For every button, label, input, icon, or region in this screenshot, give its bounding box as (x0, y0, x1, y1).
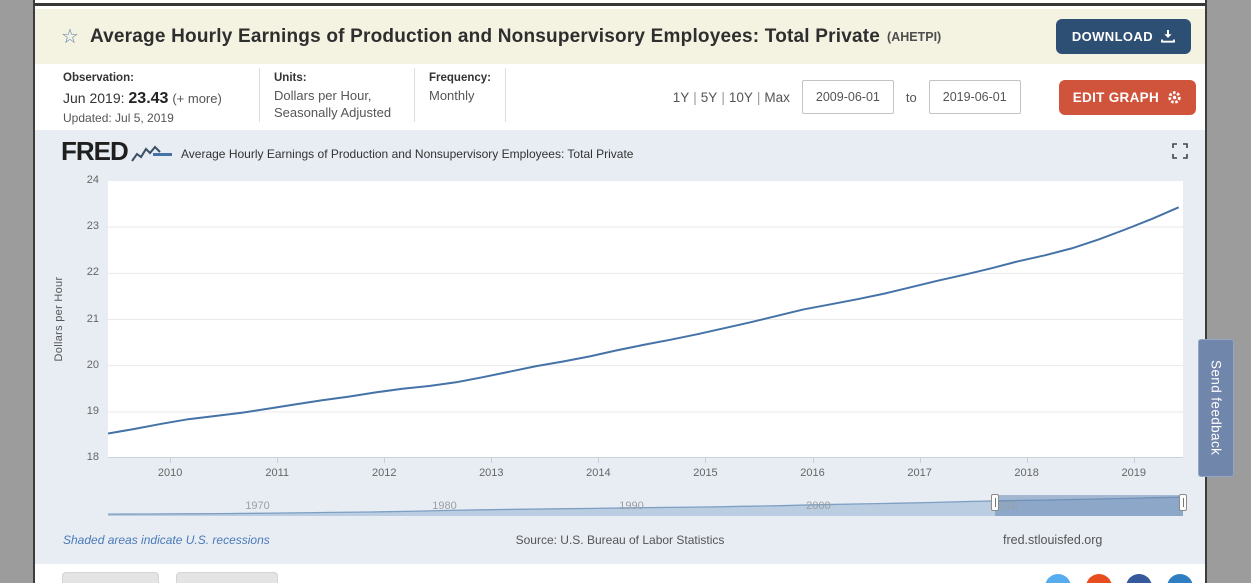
x-tick-label: 2012 (362, 467, 406, 479)
x-tick-mark (1134, 458, 1135, 463)
minimap-decade-label: 1970 (236, 500, 280, 512)
meta-row: Observation: Jun 2019: 23.43 (+ more) Up… (35, 64, 1205, 130)
fred-logo-text: FRED (61, 138, 128, 164)
x-tick-label: 2015 (683, 467, 727, 479)
x-tick-label: 2010 (148, 467, 192, 479)
source-text: Source: U.S. Bureau of Labor Statistics (516, 533, 725, 547)
y-tick-label: 19 (69, 405, 99, 417)
plot-area[interactable] (108, 181, 1183, 458)
observation-line: Jun 2019: 23.43 (+ more) (63, 88, 245, 110)
date-from-input[interactable] (802, 80, 894, 114)
range-selector: 1Y|5Y|10Y|Max (673, 90, 790, 105)
series-id: (AHETPI) (887, 30, 941, 44)
x-tick-mark (170, 458, 171, 463)
y-tick-label: 24 (69, 174, 99, 186)
range-max[interactable]: Max (764, 90, 790, 105)
units-label: Units: (274, 71, 400, 87)
frequency-label: Frequency: (429, 71, 491, 87)
recessions-note-link[interactable]: Shaded areas indicate U.S. recessions (63, 533, 270, 547)
frequency-value: Monthly (429, 87, 491, 105)
x-tick-mark (813, 458, 814, 463)
share-icon[interactable] (1045, 574, 1071, 583)
x-tick-label: 2016 (791, 467, 835, 479)
range-1y[interactable]: 1Y (673, 90, 690, 105)
download-icon (1161, 30, 1175, 43)
send-feedback-tab[interactable]: Send feedback (1198, 339, 1234, 477)
x-tick-mark (920, 458, 921, 463)
y-tick-label: 22 (69, 266, 99, 278)
observation-updated: Updated: Jul 5, 2019 (63, 110, 245, 126)
x-tick-label: 2014 (576, 467, 620, 479)
x-tick-mark (598, 458, 599, 463)
fullscreen-icon[interactable] (1172, 143, 1188, 159)
observation-value: 23.43 (128, 90, 168, 107)
download-button[interactable]: DOWNLOAD (1056, 19, 1191, 54)
legend-label: Average Hourly Earnings of Production an… (181, 147, 633, 161)
range-10y[interactable]: 10Y (729, 90, 753, 105)
y-tick-label: 20 (69, 359, 99, 371)
observation-more-link[interactable]: (+ more) (172, 91, 221, 106)
minimap-decade-label: 2000 (796, 500, 840, 512)
y-tick-label: 18 (69, 451, 99, 463)
bottom-button-partial[interactable] (176, 572, 278, 583)
date-to-input[interactable] (929, 80, 1021, 114)
units-line2: Seasonally Adjusted (274, 104, 400, 122)
x-tick-label: 2019 (1112, 467, 1156, 479)
site-text: fred.stlouisfed.org (1003, 533, 1102, 547)
chart-legend: Average Hourly Earnings of Production an… (153, 147, 633, 161)
legend-line-marker (153, 153, 172, 156)
fred-logo[interactable]: FRED (61, 138, 161, 164)
x-tick-mark (277, 458, 278, 463)
y-tick-label: 23 (69, 220, 99, 232)
range-separator: | (721, 90, 725, 105)
star-outline-icon[interactable]: ☆ (61, 27, 79, 47)
units-line1: Dollars per Hour, (274, 87, 400, 105)
x-tick-mark (705, 458, 706, 463)
observation-date: Jun 2019: (63, 90, 125, 106)
chart-panel: FRED Average Hourly Earnings of Producti… (35, 130, 1205, 564)
units-block: Units: Dollars per Hour, Seasonally Adju… (274, 64, 400, 130)
send-feedback-label: Send feedback (1209, 360, 1224, 455)
divider (259, 68, 260, 122)
divider (414, 68, 415, 122)
range-5y[interactable]: 5Y (701, 90, 718, 105)
minimap-handle-left[interactable] (991, 494, 999, 511)
bottom-strip (35, 564, 1205, 580)
x-tick-mark (491, 458, 492, 463)
y-tick-label: 21 (69, 313, 99, 325)
download-button-label: DOWNLOAD (1072, 29, 1153, 44)
x-tick-label: 2017 (898, 467, 942, 479)
x-tick-mark (384, 458, 385, 463)
main-chart (108, 181, 1183, 458)
date-to-label: to (906, 90, 917, 105)
share-icon[interactable] (1167, 574, 1193, 583)
share-icon[interactable] (1126, 574, 1152, 583)
frequency-block: Frequency: Monthly (429, 64, 491, 130)
x-tick-mark (1027, 458, 1028, 463)
x-tick-label: 2013 (469, 467, 513, 479)
share-icon[interactable] (1086, 574, 1112, 583)
x-tick-label: 2011 (255, 467, 299, 479)
minimap-decade-label: 2010 (983, 500, 1027, 512)
range-separator: | (693, 90, 697, 105)
minimap-decade-label: 1990 (609, 500, 653, 512)
page-content: ☆ Average Hourly Earnings of Production … (33, 0, 1207, 583)
edit-graph-button[interactable]: EDIT GRAPH (1059, 80, 1196, 115)
range-controls: 1Y|5Y|10Y|Max to EDIT GRAPH (673, 64, 1205, 130)
observation-label: Observation: (63, 71, 245, 87)
bottom-button-partial[interactable] (62, 572, 159, 583)
edit-graph-label: EDIT GRAPH (1073, 90, 1159, 105)
gear-icon (1167, 90, 1182, 105)
divider (505, 68, 506, 122)
series-header: ☆ Average Hourly Earnings of Production … (35, 9, 1205, 64)
minimap-decade-label: 1980 (423, 500, 467, 512)
observation-block: Observation: Jun 2019: 23.43 (+ more) Up… (63, 64, 245, 130)
range-separator: | (757, 90, 761, 105)
minimap-handle-right[interactable] (1179, 494, 1187, 511)
x-tick-label: 2018 (1005, 467, 1049, 479)
y-axis-label: Dollars per Hour (53, 259, 65, 379)
page-title: Average Hourly Earnings of Production an… (90, 26, 880, 48)
